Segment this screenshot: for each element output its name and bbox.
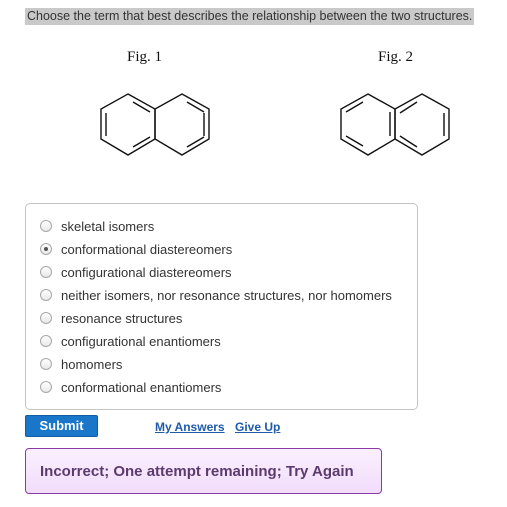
option-configurational-enantiomers[interactable]: configurational enantiomers (40, 331, 221, 351)
option-label: configurational enantiomers (61, 333, 221, 349)
option-label: conformational diastereomers (61, 241, 233, 257)
feedback-text: Incorrect; One attempt remaining; Try Ag… (40, 462, 354, 480)
option-label: homomers (61, 356, 123, 372)
option-neither[interactable]: neither isomers, nor resonance structure… (40, 285, 392, 305)
give-up-link[interactable]: Give Up (235, 420, 280, 434)
radio-button[interactable] (40, 289, 52, 301)
option-homomers[interactable]: homomers (40, 354, 122, 374)
radio-button[interactable] (40, 266, 52, 278)
option-label: conformational enantiomers (61, 379, 222, 395)
naphthalene-structure-fig-2 (340, 93, 450, 156)
option-conformational-diastereomers[interactable]: conformational diastereomers (40, 239, 232, 259)
fig-2-label: Fig. 2 (378, 49, 414, 65)
ring-right (394, 93, 450, 156)
option-resonance-structures[interactable]: resonance structures (40, 308, 182, 328)
option-configurational-diastereomers[interactable]: configurational diastereomers (40, 262, 232, 282)
submit-button[interactable]: Submit (25, 415, 98, 437)
my-answers-link[interactable]: My Answers (155, 420, 225, 434)
radio-button-selected[interactable] (40, 243, 52, 255)
feedback-banner: Incorrect; One attempt remaining; Try Ag… (25, 448, 382, 494)
radio-button[interactable] (40, 358, 52, 370)
option-conformational-enantiomers[interactable]: conformational enantiomers (40, 377, 221, 397)
radio-button[interactable] (40, 312, 52, 324)
option-label: resonance structures (61, 310, 183, 326)
ring-left (100, 93, 156, 156)
radio-button[interactable] (40, 220, 52, 232)
radio-button[interactable] (40, 381, 52, 393)
option-skeletal-isomers[interactable]: skeletal isomers (40, 216, 154, 236)
option-label: neither isomers, nor resonance structure… (61, 287, 392, 303)
naphthalene-structure-fig-1 (100, 93, 210, 156)
ring-right (154, 93, 210, 156)
radio-button[interactable] (40, 335, 52, 347)
ring-left (340, 93, 396, 156)
question-prompt: Choose the term that best describes the … (25, 8, 475, 25)
option-label: configurational diastereomers (61, 264, 232, 280)
fig-1-label: Fig. 1 (127, 49, 163, 65)
option-label: skeletal isomers (61, 218, 155, 234)
answer-options-box: skeletal isomers conformational diastere… (25, 203, 418, 410)
